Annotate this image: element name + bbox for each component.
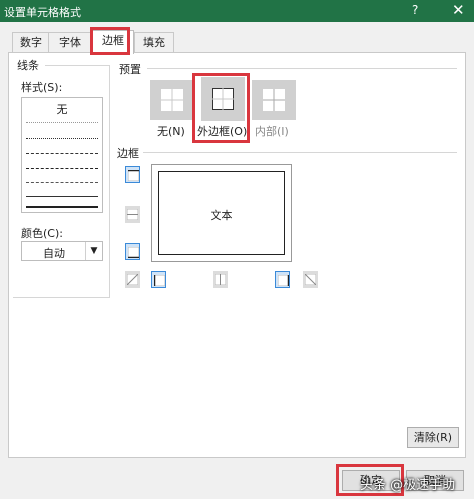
tab-border[interactable]: 边框 xyxy=(92,30,134,54)
close-icon[interactable]: ✕ xyxy=(452,1,465,19)
border-bottom-button[interactable] xyxy=(125,243,140,260)
border-outline-icon xyxy=(212,88,234,110)
diagonal-up-icon xyxy=(127,274,138,285)
border-inside-icon xyxy=(263,89,285,111)
line-group-divider xyxy=(45,65,109,66)
clear-button[interactable]: 清除(R) xyxy=(407,427,459,448)
line-style-dashed[interactable] xyxy=(26,182,98,183)
diagonal-down-icon xyxy=(305,274,316,285)
border-preview[interactable]: 文本 xyxy=(151,164,292,262)
preset-none-button[interactable] xyxy=(150,80,194,120)
line-style-dash-dot[interactable] xyxy=(26,153,98,154)
help-icon[interactable]: ? xyxy=(412,3,418,17)
line-style-dotted[interactable] xyxy=(26,138,98,139)
line-style-thin[interactable] xyxy=(26,196,98,197)
border-left-icon xyxy=(154,275,165,286)
border-diagonal-down-button[interactable] xyxy=(303,271,318,288)
border-inside-vertical-icon xyxy=(215,274,226,285)
tab-font[interactable]: 字体 xyxy=(48,32,92,53)
color-select[interactable]: 自动 ▼ xyxy=(21,241,103,261)
line-style-none[interactable]: 无 xyxy=(22,101,102,117)
border-top-icon xyxy=(128,170,139,181)
preview-text: 文本 xyxy=(210,209,233,222)
preset-inside-label: 内部(I) xyxy=(255,125,289,138)
line-group-title: 线条 xyxy=(17,59,39,72)
border-inside-horizontal-icon xyxy=(127,209,138,220)
color-value: 自动 xyxy=(43,247,65,260)
border-group-divider xyxy=(143,152,457,153)
chevron-down-icon[interactable]: ▼ xyxy=(85,242,102,260)
color-label: 颜色(C): xyxy=(21,227,63,240)
style-label: 样式(S): xyxy=(21,81,63,94)
border-top-button[interactable] xyxy=(125,166,140,183)
window-title: 设置单元格格式 xyxy=(4,6,81,19)
border-right-button[interactable] xyxy=(275,271,290,288)
line-style-list[interactable]: 无 xyxy=(21,97,103,213)
border-inside-vertical-button[interactable] xyxy=(213,271,228,288)
line-style-dotted-light[interactable] xyxy=(26,122,98,123)
tab-fill[interactable]: 填充 xyxy=(134,32,174,53)
border-panel: 线条 样式(S): 无 颜色(C): 自动 ▼ 预置 无(N) 外边框(O) 内… xyxy=(8,52,466,458)
preset-outline-label: 外边框(O) xyxy=(197,125,248,138)
border-right-icon xyxy=(278,275,289,286)
border-bottom-icon xyxy=(128,247,139,258)
preset-inside-button[interactable] xyxy=(252,80,296,120)
presets-divider xyxy=(147,68,457,69)
tab-number[interactable]: 数字 xyxy=(12,32,50,53)
line-group-right-edge xyxy=(109,65,110,297)
line-style-medium[interactable] xyxy=(26,206,98,208)
border-diagonal-up-button[interactable] xyxy=(125,271,140,288)
presets-title: 预置 xyxy=(119,63,141,76)
preset-outline-button[interactable] xyxy=(201,77,245,121)
line-style-dash-dot-dot[interactable] xyxy=(26,168,98,169)
border-none-icon xyxy=(161,89,183,111)
preset-none-label: 无(N) xyxy=(157,125,185,138)
line-group-bottom-edge xyxy=(13,297,110,298)
border-group-title: 边框 xyxy=(117,147,139,160)
watermark: 头条 @极速手助 xyxy=(360,478,456,493)
border-left-button[interactable] xyxy=(151,271,166,288)
title-bar: 设置单元格格式 ? ✕ xyxy=(0,0,474,22)
border-inside-horizontal-button[interactable] xyxy=(125,206,140,223)
